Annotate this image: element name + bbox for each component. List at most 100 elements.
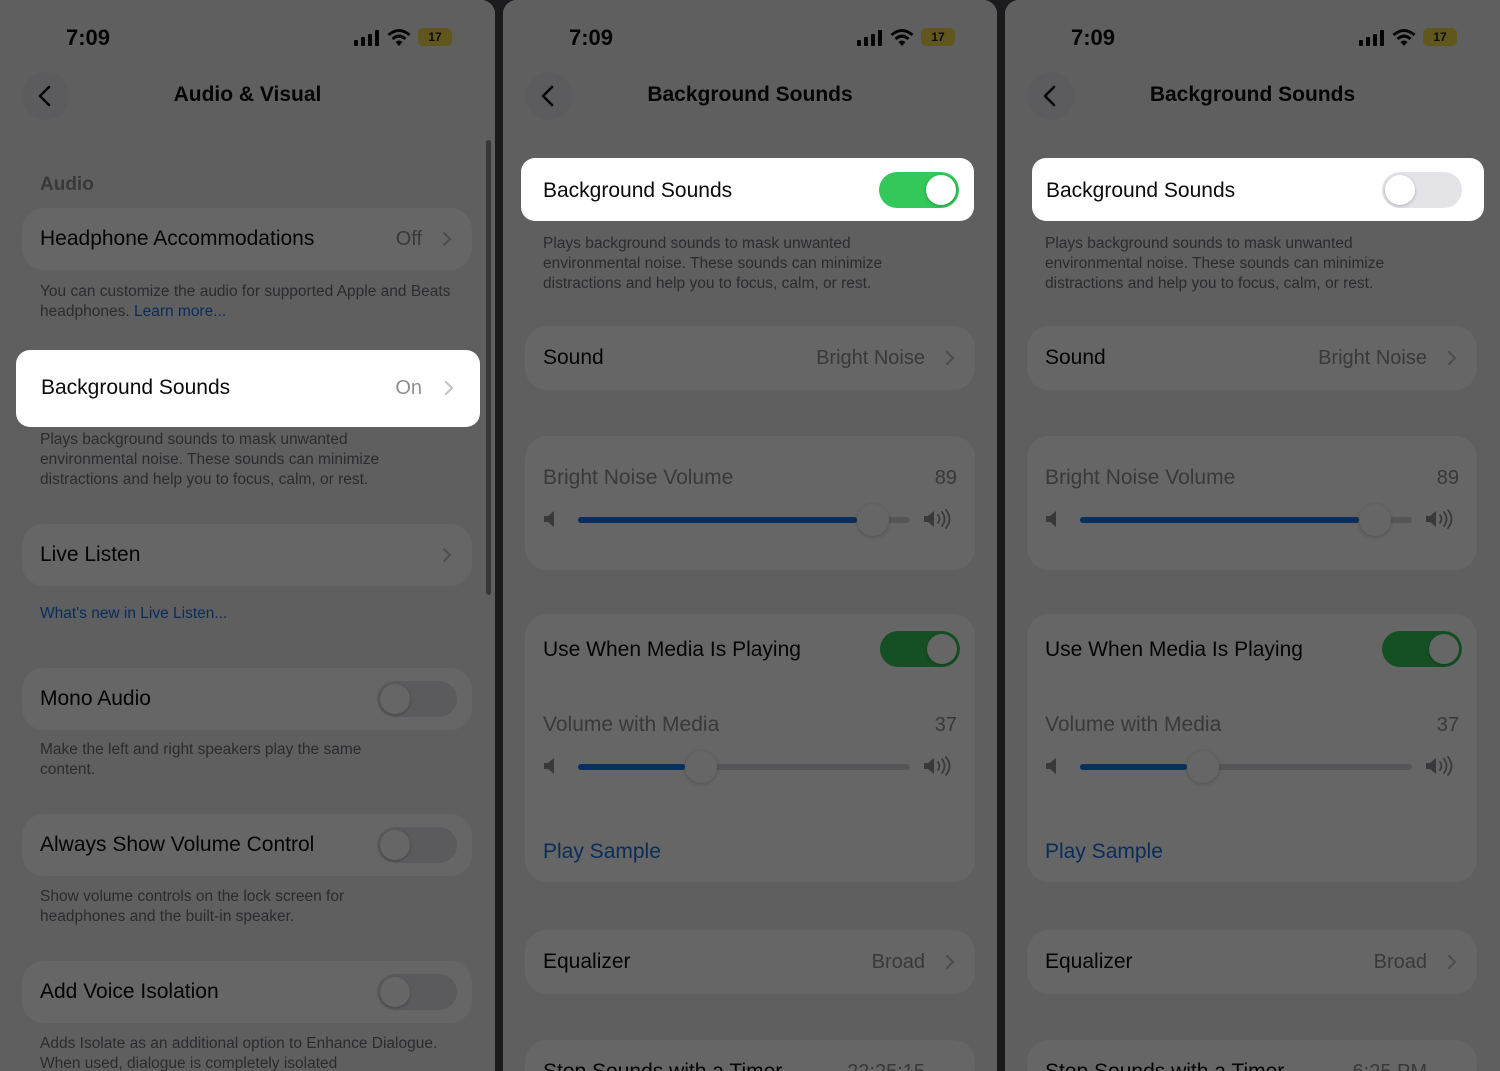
headphone-footnote: You can customize the audio for supporte… (40, 282, 460, 322)
media-volume-slider[interactable] (578, 751, 910, 783)
noise-volume-value: 89 (1436, 467, 1459, 489)
media-volume-value: 37 (1436, 714, 1459, 736)
voice-isolation-toggle[interactable] (377, 974, 457, 1010)
background-sounds-screen-on: 7:09 17 Background Sounds Plays backgrou… (503, 0, 997, 1071)
row-value: 22:25:15 (847, 1061, 925, 1071)
voice-isolation-row: Add Voice Isolation (22, 961, 472, 1023)
slider-knob[interactable] (1359, 504, 1391, 536)
media-volume-label: Volume with Media (543, 713, 720, 736)
speaker-high-icon (924, 509, 951, 529)
equalizer-row[interactable]: Equalizer Broad (1027, 930, 1477, 994)
status-time: 7:09 (66, 25, 111, 50)
media-card: Use When Media Is Playing Volume with Me… (1027, 614, 1477, 882)
wifi-icon (890, 29, 914, 46)
page-title: Background Sounds (1149, 83, 1356, 106)
row-label: Always Show Volume Control (40, 833, 315, 856)
use-when-media-toggle[interactable] (1382, 631, 1462, 667)
media-volume-value: 37 (934, 714, 957, 736)
status-time: 7:09 (569, 25, 614, 50)
status-bar: 7:09 17 (1005, 22, 1500, 52)
mono-audio-toggle[interactable] (377, 681, 457, 717)
background-sounds-toggle[interactable] (1382, 172, 1462, 208)
row-label: Equalizer (543, 950, 631, 973)
noise-volume-value: 89 (934, 467, 957, 489)
always-show-volume-toggle[interactable] (377, 827, 457, 863)
whats-new-live-listen-link[interactable]: What's new in Live Listen... (40, 604, 227, 624)
row-value: Broad (1373, 951, 1427, 973)
play-sample-button[interactable]: Play Sample (543, 840, 661, 864)
row-label: Sound (543, 346, 604, 369)
equalizer-row[interactable]: Equalizer Broad (525, 930, 975, 994)
noise-volume-label: Bright Noise Volume (543, 466, 734, 489)
headphone-accommodations-row[interactable]: Headphone Accommodations Off (22, 208, 472, 270)
speaker-low-icon (544, 758, 554, 774)
timer-row[interactable]: Stop Sounds with a Timer 22:25:15 (525, 1040, 975, 1071)
chevron-right-icon (945, 954, 955, 970)
row-value: On (395, 377, 422, 399)
toggle-knob (380, 684, 410, 714)
slider-fill (1080, 764, 1187, 770)
row-value: 6:25 PM (1353, 1061, 1427, 1071)
page-title: Background Sounds (647, 83, 853, 106)
toggle-knob (380, 830, 410, 860)
row-label: Use When Media Is Playing (543, 638, 801, 661)
chevron-right-icon (442, 547, 452, 563)
use-when-media-toggle[interactable] (880, 631, 960, 667)
slider-knob[interactable] (857, 504, 889, 536)
row-label: Live Listen (40, 543, 141, 566)
row-value: Broad (871, 951, 925, 973)
noise-volume-slider[interactable] (578, 504, 910, 536)
learn-more-link[interactable]: Learn more... (134, 303, 226, 320)
toggle-knob (927, 634, 957, 664)
status-bar: 7:09 17 (503, 22, 997, 52)
navigation-bar: Background Sounds (1005, 70, 1500, 122)
play-sample-button[interactable]: Play Sample (1045, 840, 1163, 864)
battery-icon: 17 (1423, 28, 1457, 46)
navigation-bar: Background Sounds (503, 70, 997, 122)
live-listen-row[interactable]: Live Listen (22, 524, 472, 586)
toggle-knob (380, 977, 410, 1007)
slider-fill (578, 517, 857, 523)
row-label: Mono Audio (40, 687, 151, 710)
noise-volume-slider[interactable] (1080, 504, 1412, 536)
background-sounds-footnote: Plays background sounds to mask unwanted… (1045, 235, 1385, 292)
sound-row[interactable]: Sound Bright Noise (1027, 326, 1477, 390)
chevron-right-icon (1447, 350, 1457, 366)
row-label: Headphone Accommodations (40, 227, 315, 250)
chevron-right-icon (442, 231, 452, 247)
timer-row[interactable]: Stop Sounds with a Timer 6:25 PM (1027, 1040, 1477, 1071)
cellular-signal-icon (1359, 30, 1385, 46)
background-sounds-toggle-row: Background Sounds (1032, 158, 1484, 221)
row-label: Use When Media Is Playing (1045, 638, 1303, 661)
row-label: Add Voice Isolation (40, 980, 219, 1003)
background-sounds-toggle-row: Background Sounds (521, 158, 974, 221)
chevron-right-icon (945, 350, 955, 366)
background-sounds-footnote: Plays background sounds to mask unwanted… (543, 235, 883, 292)
media-volume-slider[interactable] (1080, 751, 1412, 783)
cellular-signal-icon (354, 30, 380, 46)
media-card: Use When Media Is Playing Volume with Me… (525, 614, 975, 882)
always-volume-footnote: Show volume controls on the lock screen … (40, 888, 345, 925)
media-volume-label: Volume with Media (1045, 713, 1222, 736)
row-label: Background Sounds (543, 179, 733, 202)
row-label: Equalizer (1045, 950, 1133, 973)
background-sounds-toggle[interactable] (879, 172, 959, 208)
slider-fill (1080, 517, 1359, 523)
toggle-knob (1429, 634, 1459, 664)
row-label: Stop Sounds with a Timer (543, 1060, 782, 1071)
row-value: Bright Noise (816, 347, 925, 369)
always-show-volume-row: Always Show Volume Control (22, 814, 472, 876)
speaker-low-icon (1046, 511, 1056, 527)
toggle-knob (926, 175, 956, 205)
sound-row[interactable]: Sound Bright Noise (525, 326, 975, 390)
wifi-icon (387, 29, 411, 46)
audio-visual-screen: 7:09 17 Audio & Visual Audio Headphone A… (0, 0, 495, 1071)
slider-knob[interactable] (685, 751, 717, 783)
section-header-audio: Audio (40, 174, 94, 195)
speaker-high-icon (1426, 756, 1453, 776)
background-sounds-footnote: Plays background sounds to mask unwanted… (40, 431, 380, 488)
slider-knob[interactable] (1187, 751, 1219, 783)
battery-icon: 17 (418, 28, 452, 46)
background-sounds-row[interactable]: Background Sounds On (16, 350, 480, 427)
scrollbar[interactable] (486, 140, 491, 595)
